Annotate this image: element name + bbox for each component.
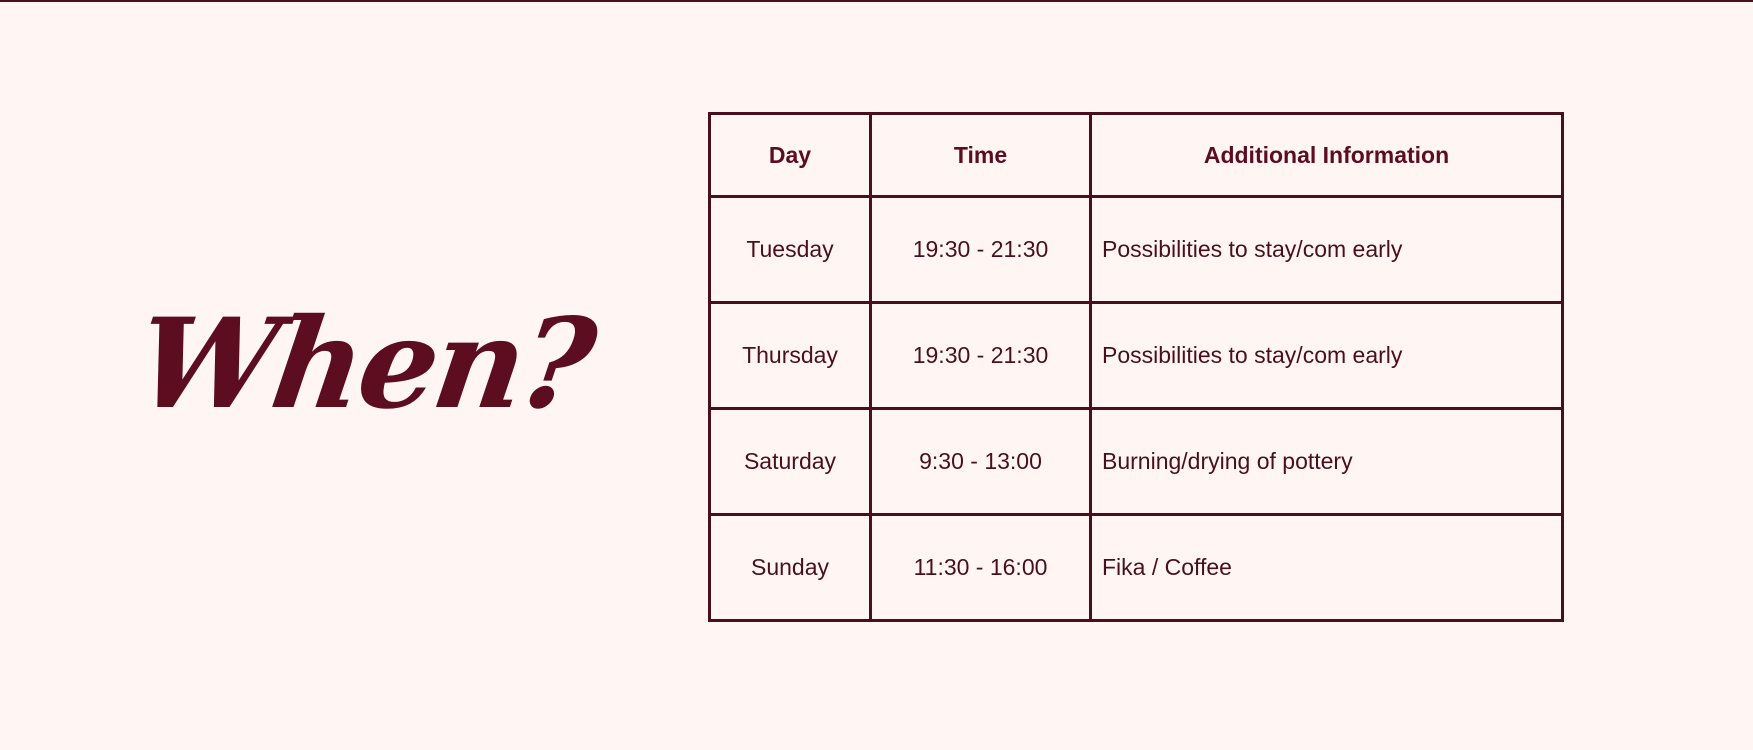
info-cell: Possibilities to stay/com early [1089,195,1564,304]
when-heading: When? [128,292,600,437]
day-cell: Sunday [708,513,872,622]
time-cell: 11:30 - 16:00 [869,513,1092,622]
time-cell: 9:30 - 13:00 [869,407,1092,516]
table-header-row: Day Time Additional Information [708,112,1564,198]
column-header-time: Time [869,112,1092,198]
table-row: Saturday 9:30 - 13:00 Burning/drying of … [708,407,1564,516]
time-cell: 19:30 - 21:30 [869,301,1092,410]
column-header-additional-information: Additional Information [1089,112,1564,198]
day-cell: Saturday [708,407,872,516]
info-cell: Possibilities to stay/com early [1089,301,1564,410]
info-cell: Burning/drying of pottery [1089,407,1564,516]
table-row: Thursday 19:30 - 21:30 Possibilities to … [708,301,1564,410]
day-cell: Tuesday [708,195,872,304]
info-cell: Fika / Coffee [1089,513,1564,622]
time-cell: 19:30 - 21:30 [869,195,1092,304]
day-cell: Thursday [708,301,872,410]
schedule-table: Day Time Additional Information Tuesday … [708,112,1564,622]
table-row: Sunday 11:30 - 16:00 Fika / Coffee [708,513,1564,622]
table-row: Tuesday 19:30 - 21:30 Possibilities to s… [708,195,1564,304]
column-header-day: Day [708,112,872,198]
top-divider [0,0,1753,2]
